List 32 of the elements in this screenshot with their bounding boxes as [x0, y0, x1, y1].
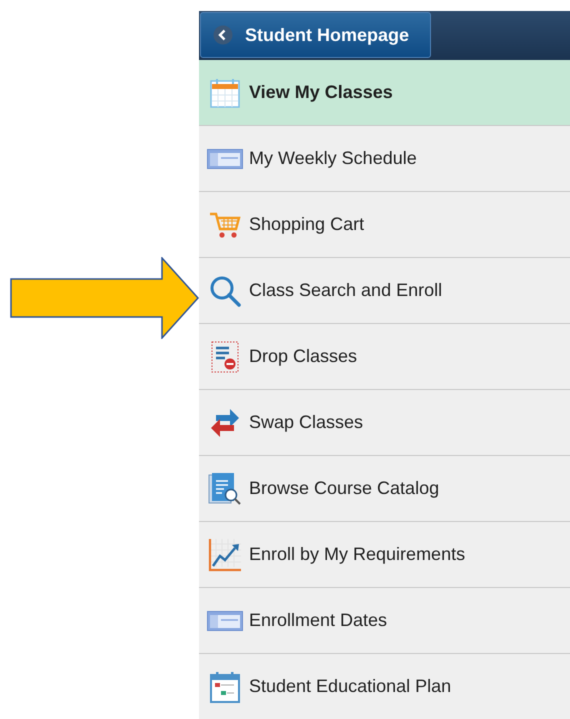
drop-list-icon — [211, 340, 239, 372]
cart-icon — [209, 210, 241, 238]
menu-item[interactable]: Shopping Cart — [199, 192, 570, 258]
menu-item-label: View My Classes — [249, 82, 393, 103]
menu-item-label: Enroll by My Requirements — [249, 544, 466, 565]
menu-item[interactable]: Drop Classes — [199, 324, 570, 390]
menu-item[interactable]: Swap Classes — [199, 390, 570, 456]
line-chart-icon — [208, 538, 242, 572]
menu-item[interactable]: Enrollment Dates — [199, 588, 570, 654]
schedule-window-icon — [207, 148, 243, 168]
calendar-icon — [210, 670, 240, 702]
catalog-search-icon — [208, 472, 242, 506]
menu-item[interactable]: Browse Course Catalog — [199, 456, 570, 522]
menu-item[interactable]: My Weekly Schedule — [199, 126, 570, 192]
menu-item-label: Swap Classes — [249, 412, 364, 433]
menu-item[interactable]: Student Educational Plan — [199, 654, 570, 719]
calendar-icon — [210, 78, 240, 108]
schedule-window-icon — [207, 610, 243, 630]
back-button[interactable]: Student Homepage — [200, 12, 431, 58]
menu-item[interactable]: View My Classes — [199, 60, 570, 126]
menu-item-label: Drop Classes — [249, 346, 358, 367]
back-chevron-icon — [213, 25, 233, 45]
menu-item[interactable]: Enroll by My Requirements — [199, 522, 570, 588]
menu-item-label: Shopping Cart — [249, 214, 364, 235]
search-icon — [209, 274, 241, 306]
swap-arrows-icon — [210, 406, 240, 438]
menu-item-label: My Weekly Schedule — [249, 148, 417, 169]
menu-item-label: Browse Course Catalog — [249, 478, 440, 499]
menu-item-label: Class Search and Enroll — [249, 280, 442, 301]
menu-item[interactable]: Class Search and Enroll — [199, 258, 570, 324]
menu-item-label: Student Educational Plan — [249, 676, 452, 697]
menu-item-label: Enrollment Dates — [249, 610, 388, 631]
